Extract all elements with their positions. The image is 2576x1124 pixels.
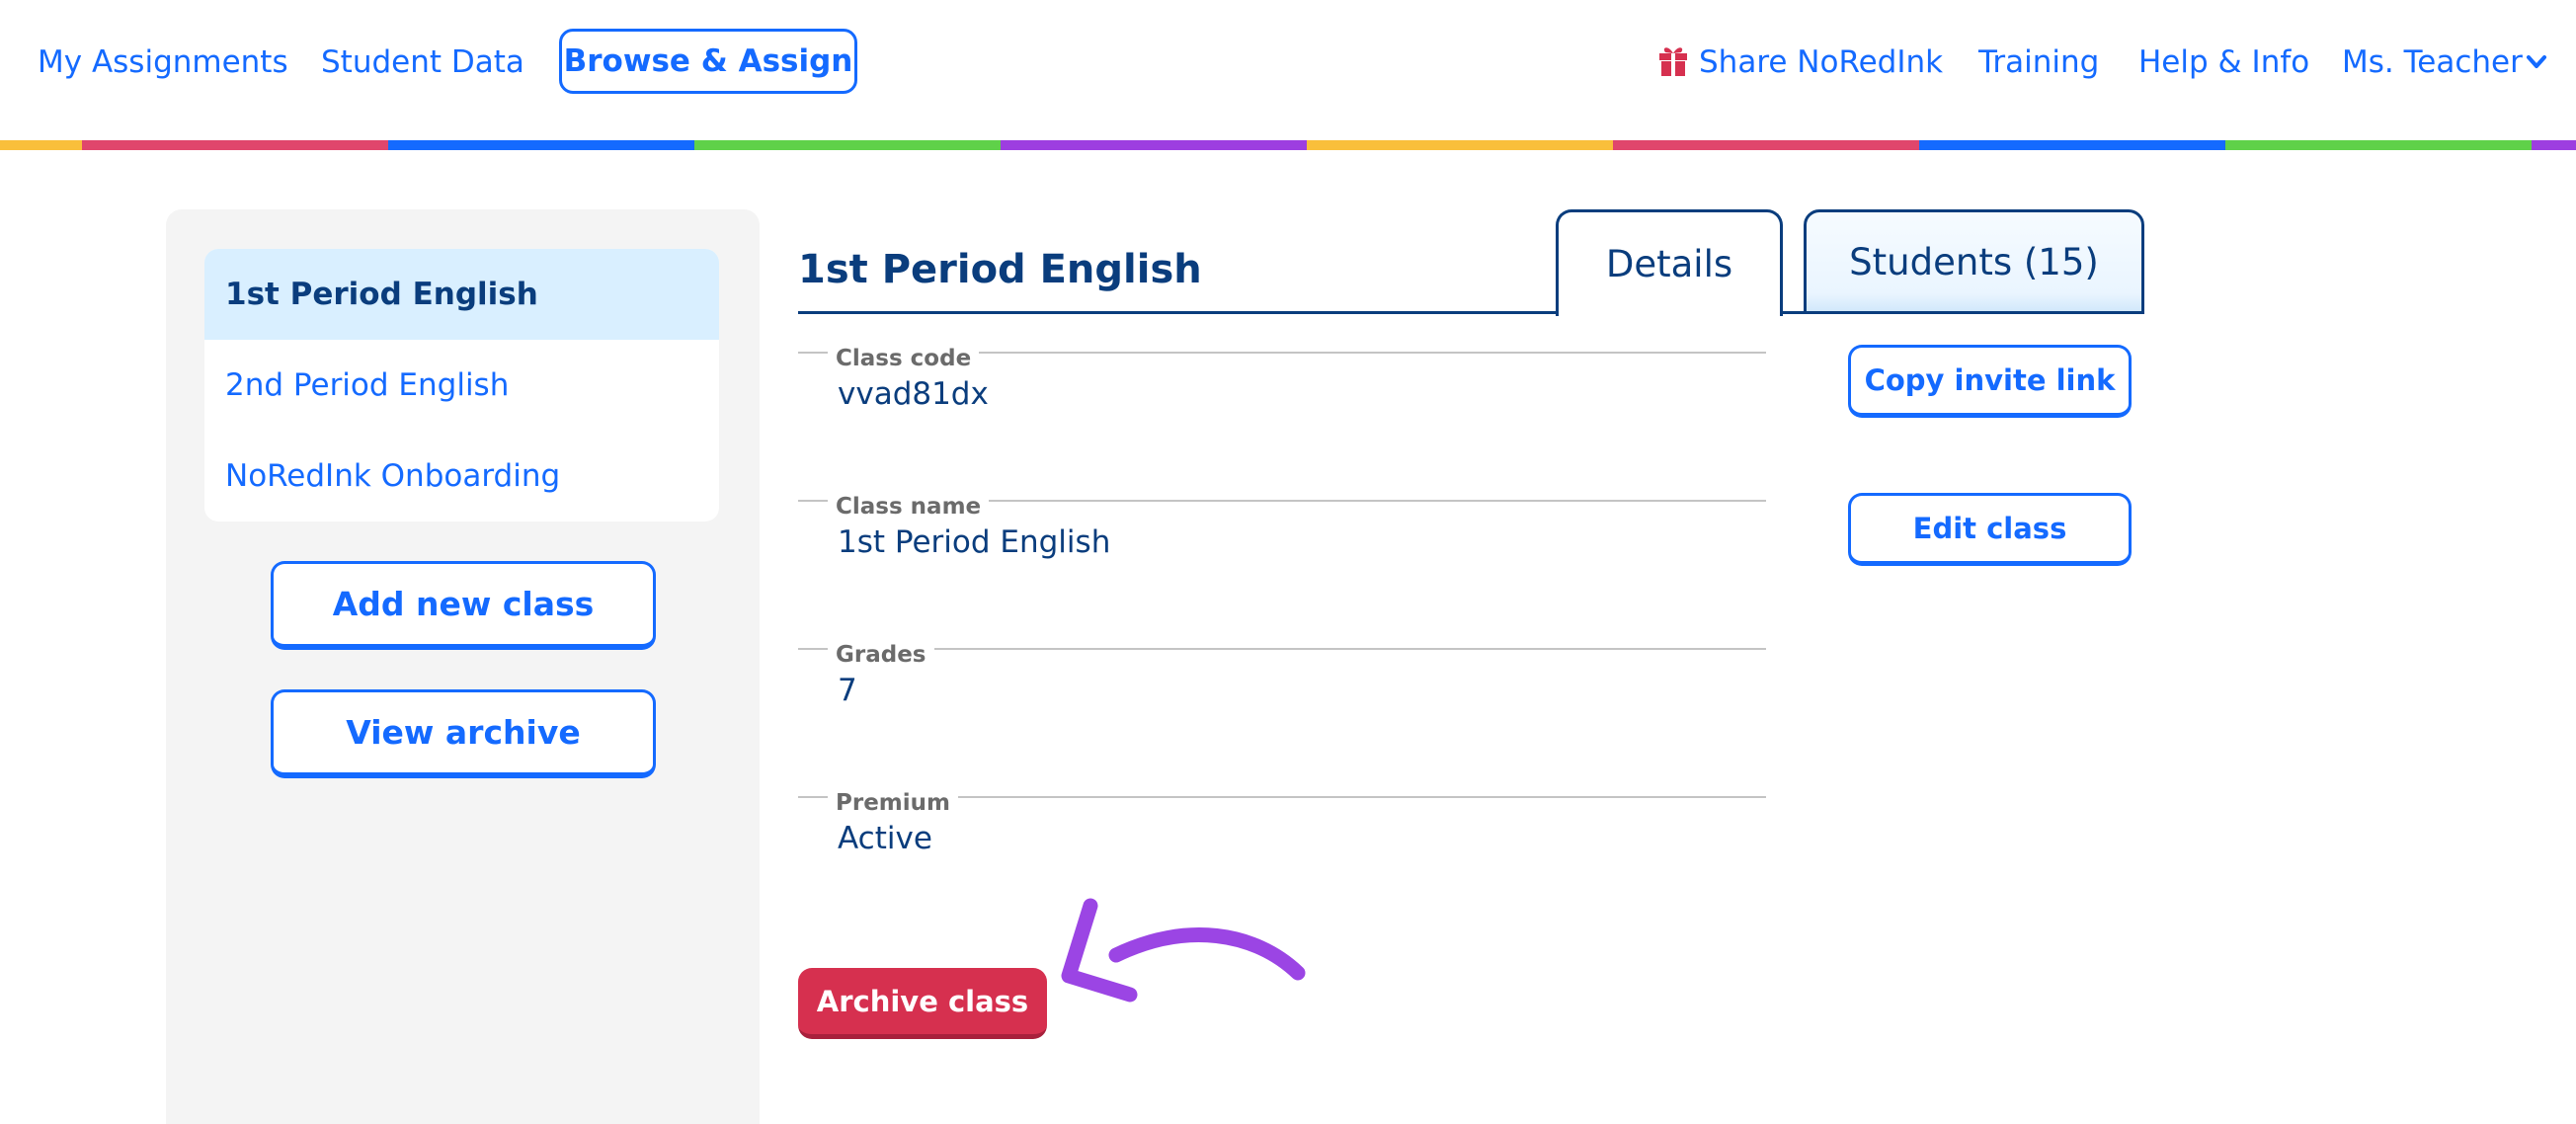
tab-students[interactable]: Students (15) bbox=[1804, 209, 2144, 314]
nav-student-data[interactable]: Student Data bbox=[321, 40, 524, 85]
class-item-2nd-period[interactable]: 2nd Period English bbox=[204, 340, 719, 431]
class-name-value: 1st Period English bbox=[838, 524, 1111, 560]
gift-icon bbox=[1659, 47, 1687, 76]
chevron-down-icon[interactable] bbox=[2526, 54, 2547, 70]
class-list: 1st Period English 2nd Period English No… bbox=[204, 249, 719, 522]
nav-share-noredink[interactable]: Share NoRedInk bbox=[1699, 40, 1943, 85]
premium-label: Premium bbox=[828, 788, 958, 818]
add-new-class-button[interactable]: Add new class bbox=[271, 561, 656, 650]
class-name-label: Class name bbox=[828, 492, 990, 522]
nav-browse-assign[interactable]: Browse & Assign bbox=[559, 29, 857, 94]
page-title: 1st Period English bbox=[798, 247, 1202, 292]
tab-details[interactable]: Details bbox=[1556, 209, 1783, 316]
nav-user-menu[interactable]: Ms. Teacher bbox=[2342, 40, 2523, 85]
rainbow-segment bbox=[82, 140, 388, 150]
nav-my-assignments[interactable]: My Assignments bbox=[38, 40, 288, 85]
rainbow-segment bbox=[1613, 140, 1919, 150]
class-code-value: vvad81dx bbox=[838, 376, 989, 412]
rainbow-divider bbox=[0, 140, 2576, 150]
class-item-onboarding[interactable]: NoRedInk Onboarding bbox=[204, 431, 719, 522]
copy-invite-link-button[interactable]: Copy invite link bbox=[1848, 345, 2132, 418]
curved-arrow-icon bbox=[1061, 898, 1306, 1003]
grades-label: Grades bbox=[828, 640, 934, 670]
rainbow-segment bbox=[1307, 140, 1613, 150]
rainbow-segment bbox=[1919, 140, 2225, 150]
class-item-1st-period[interactable]: 1st Period English bbox=[204, 249, 719, 340]
nav-help-info[interactable]: Help & Info bbox=[2138, 40, 2309, 85]
premium-value: Active bbox=[838, 821, 932, 856]
tab-bar-line bbox=[1780, 311, 1804, 314]
rainbow-segment bbox=[694, 140, 1001, 150]
archive-class-button[interactable]: Archive class bbox=[798, 968, 1047, 1039]
nav-training[interactable]: Training bbox=[1978, 40, 2099, 85]
rainbow-segment bbox=[2532, 140, 2576, 150]
tab-bar-line bbox=[798, 311, 1556, 314]
edit-class-button[interactable]: Edit class bbox=[1848, 493, 2132, 566]
rainbow-segment bbox=[2225, 140, 2532, 150]
rainbow-segment bbox=[388, 140, 694, 150]
rainbow-segment bbox=[0, 140, 82, 150]
rainbow-segment bbox=[1001, 140, 1307, 150]
class-code-label: Class code bbox=[828, 344, 980, 373]
view-archive-button[interactable]: View archive bbox=[271, 689, 656, 778]
field-divider bbox=[798, 648, 1766, 650]
grades-value: 7 bbox=[838, 673, 857, 708]
top-navigation: My Assignments Student Data Browse & Ass… bbox=[0, 0, 2576, 138]
